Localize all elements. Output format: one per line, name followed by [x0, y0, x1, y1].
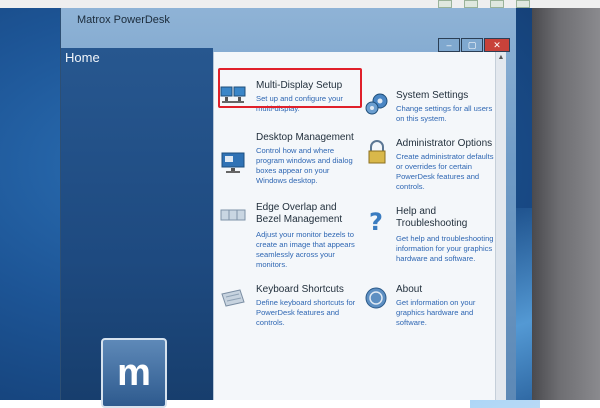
- monitor-bezel: [532, 0, 600, 400]
- item-title: Desktop Management: [256, 132, 354, 143]
- item-desktop-management[interactable]: Desktop Management Control how and where…: [220, 132, 360, 192]
- window-title: Matrox PowerDesk: [77, 14, 170, 26]
- toolbar-icon[interactable]: [438, 0, 452, 8]
- item-description: Change settings for all users on this sy…: [396, 104, 493, 123]
- item-title: System Settings: [396, 90, 469, 101]
- system-settings-icon: [365, 93, 388, 115]
- powerdesk-window: Matrox PowerDesk – ▢ ✕ Home m ▲ Multi-Di…: [60, 8, 516, 408]
- item-administrator-options[interactable]: Administrator Options Create administrat…: [364, 138, 494, 198]
- item-description: Adjust your monitor bezels to create an …: [256, 230, 355, 269]
- item-edge-overlap[interactable]: Edge Overlap and Bezel Management Adjust…: [220, 202, 360, 272]
- close-button[interactable]: ✕: [484, 38, 510, 52]
- item-keyboard-shortcuts[interactable]: Keyboard Shortcuts Define keyboard short…: [220, 284, 360, 334]
- desktop-management-icon: [221, 152, 245, 173]
- top-toolbar-strip: [0, 0, 600, 8]
- item-title: Administrator Options: [396, 138, 493, 149]
- toolbar-icon[interactable]: [490, 0, 504, 8]
- toolbar-icon[interactable]: [516, 0, 530, 8]
- svg-text:?: ?: [369, 208, 383, 232]
- item-title: Keyboard Shortcuts: [256, 284, 344, 295]
- toolbar-icon[interactable]: [464, 0, 478, 8]
- matrox-logo-icon: m: [117, 355, 151, 391]
- red-highlight-box: [218, 68, 362, 108]
- item-description: Get help and troubleshooting information…: [396, 234, 494, 263]
- item-description: Define keyboard shortcuts for PowerDesk …: [256, 298, 356, 327]
- vertical-scrollbar[interactable]: ▲: [495, 52, 506, 400]
- keyboard-icon: [221, 289, 245, 307]
- minimize-button[interactable]: –: [438, 38, 460, 52]
- logo-letter: m: [117, 355, 151, 391]
- item-description: Get information on your graphics hardwar…: [396, 298, 476, 327]
- sidebar: Home m: [61, 48, 213, 408]
- item-description: Control how and where program windows an…: [256, 146, 353, 185]
- question-mark-icon: ?: [369, 208, 383, 232]
- item-description: Create administrator defaults or overrid…: [396, 152, 494, 191]
- edge-overlap-icon: [220, 209, 246, 221]
- padlock-icon: [368, 140, 386, 164]
- matrox-logo: m: [101, 338, 167, 408]
- item-title: About: [396, 284, 423, 295]
- item-title: Help and Troubleshooting: [396, 206, 468, 229]
- item-system-settings[interactable]: System Settings Change settings for all …: [364, 90, 494, 130]
- item-help-troubleshooting[interactable]: ? Help and Troubleshooting Get help and …: [364, 206, 494, 270]
- scroll-up-arrow-icon[interactable]: ▲: [497, 54, 505, 62]
- item-title: Edge Overlap and Bezel Management: [256, 202, 343, 225]
- sidebar-title: Home: [65, 50, 100, 65]
- item-about[interactable]: About Get information on your graphics h…: [364, 284, 494, 334]
- maximize-button[interactable]: ▢: [461, 38, 483, 52]
- about-info-icon: [365, 287, 387, 309]
